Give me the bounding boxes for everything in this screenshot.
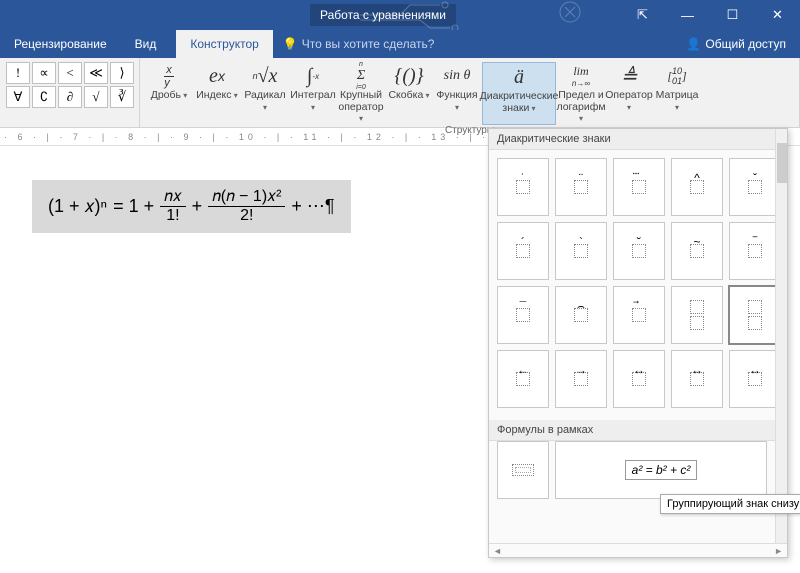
operator-button[interactable]: ≜Оператор: [606, 62, 652, 125]
tell-me-search[interactable]: 💡 Что вы хотите сделать?: [273, 30, 435, 58]
ribbon-group-structures: xyДробь exИндекс n√xРадикал ∫-xИнтеграл …: [140, 58, 800, 127]
largeop-label: Крупный оператор: [338, 90, 384, 125]
tab-review[interactable]: Рецензирование: [0, 30, 121, 58]
accent-cell[interactable]: ¨: [555, 158, 607, 216]
ribbon: !∝<≪⟩ ∀∁∂√∛ xyДробь exИндекс n√xРадикал ∫…: [0, 58, 800, 128]
function-button[interactable]: sin θФункция: [434, 62, 480, 125]
boxed-formula-content: a² = b² + c²: [625, 460, 698, 480]
ribbon-options-icon[interactable]: ⇱: [620, 0, 665, 30]
eq-fraction-2: 𝑛(𝑛 − 1)𝑥² 2!: [208, 188, 285, 225]
gallery-hscroll[interactable]: ◄►: [489, 543, 787, 557]
script-button[interactable]: exИндекс: [194, 62, 240, 125]
accent-cell[interactable]: ~: [671, 222, 723, 280]
eq-tail: + ⋯¶: [291, 196, 334, 217]
integral-label: Интеграл: [290, 90, 336, 113]
accent-cell[interactable]: ↔: [671, 350, 723, 408]
accent-cell[interactable]: ˙: [497, 158, 549, 216]
accent-cell[interactable]: ‾: [729, 222, 775, 280]
eq-f2-den: 2!: [236, 207, 257, 225]
accent-cell[interactable]: ⌢: [555, 286, 607, 344]
radical-button[interactable]: n√xРадикал: [242, 62, 288, 125]
script-label: Индекс: [196, 90, 238, 102]
boxed-formula-large[interactable]: a² = b² + c²: [555, 441, 767, 499]
accent-label: Диакритические знаки: [480, 91, 559, 114]
contextual-tab-title: Работа с уравнениями: [310, 4, 456, 26]
bracket-button[interactable]: {()}Скобка: [386, 62, 432, 125]
maximize-button[interactable]: ☐: [710, 0, 755, 30]
operator-label: Оператор: [605, 90, 653, 113]
symbol-cell[interactable]: ≪: [84, 62, 108, 84]
eq-plus: +: [192, 196, 203, 217]
accent-cell[interactable]: ˇ: [729, 158, 775, 216]
eq-lhs: (1 + 𝑥)ⁿ: [48, 196, 107, 217]
ribbon-tabs: Рецензирование Вид Конструктор 💡 Что вы …: [0, 30, 800, 58]
share-label: Общий доступ: [705, 37, 786, 51]
eq-f2-num: 𝑛(𝑛 − 1)𝑥²: [208, 188, 285, 207]
boxed-formula-small[interactable]: [497, 441, 549, 499]
symbol-cell[interactable]: √: [84, 86, 108, 108]
matrix-label: Матрица: [654, 90, 700, 113]
minimize-button[interactable]: —: [665, 0, 710, 30]
symbol-cell[interactable]: ∝: [32, 62, 56, 84]
accent-cell[interactable]: ˘: [613, 222, 665, 280]
gallery-tooltip: Группирующий знак снизу: [660, 494, 800, 514]
radical-label: Радикал: [242, 90, 288, 113]
accent-cell[interactable]: ´: [497, 222, 549, 280]
accent-button[interactable]: äДиакритические знаки: [482, 62, 556, 125]
gallery-header-accents: Диакритические знаки: [489, 129, 787, 150]
limit-label: Предел и логарифм: [556, 90, 605, 125]
symbol-cell[interactable]: ⟩: [110, 62, 134, 84]
accent-cell[interactable]: ↔: [729, 350, 775, 408]
accent-cell[interactable]: ⃗: [613, 286, 665, 344]
fraction-button[interactable]: xyДробь: [146, 62, 192, 125]
fraction-label: Дробь: [151, 90, 188, 102]
share-icon: 👤: [686, 37, 701, 51]
tell-me-icon: 💡: [283, 37, 298, 51]
integral-button[interactable]: ∫-xИнтеграл: [290, 62, 336, 125]
accent-cell[interactable]: ←: [497, 350, 549, 408]
bracket-label: Скобка: [388, 90, 429, 102]
close-button[interactable]: ✕: [755, 0, 800, 30]
title-bar: Работа с уравнениями ⇱ — ☐ ✕: [0, 0, 800, 30]
limit-button[interactable]: limn→∞Предел и логарифм: [558, 62, 604, 125]
share-button[interactable]: 👤 Общий доступ: [672, 30, 800, 58]
accent-cell[interactable]: `: [555, 222, 607, 280]
accent-cell[interactable]: ^: [671, 158, 723, 216]
eq-f1-den: 1!: [162, 207, 183, 225]
accent-cell[interactable]: →: [555, 350, 607, 408]
eq-fraction-1: 𝑛𝑥 1!: [160, 188, 186, 225]
symbol-cell[interactable]: ∁: [32, 86, 56, 108]
accent-cell[interactable]: [729, 286, 775, 344]
matrix-button[interactable]: [1001]Матрица: [654, 62, 700, 125]
gallery-header-boxed: Формулы в рамках: [489, 420, 775, 441]
function-label: Функция: [434, 90, 480, 113]
eq-f1-num: 𝑛𝑥: [160, 188, 186, 207]
symbol-cell[interactable]: ∂: [58, 86, 82, 108]
tell-me-placeholder: Что вы хотите сделать?: [302, 37, 435, 51]
tab-view[interactable]: Вид: [121, 30, 171, 58]
tab-design[interactable]: Конструктор: [176, 30, 272, 58]
accent-grid: ˙¨⃛^ˇ´`˘~‾¯⌢⃗←→↔↔↔: [489, 150, 775, 416]
eq-equals: = 1 +: [113, 196, 154, 217]
accent-cell[interactable]: [671, 286, 723, 344]
symbol-cell[interactable]: !: [6, 62, 30, 84]
symbol-cell[interactable]: ∀: [6, 86, 30, 108]
ribbon-group-symbols: !∝<≪⟩ ∀∁∂√∛: [0, 58, 140, 127]
gallery-vscroll[interactable]: [775, 129, 787, 543]
equation-object[interactable]: (1 + 𝑥)ⁿ = 1 + 𝑛𝑥 1! + 𝑛(𝑛 − 1)𝑥² 2! + ⋯…: [32, 180, 351, 233]
symbol-cell[interactable]: <: [58, 62, 82, 84]
symbol-cell[interactable]: ∛: [110, 86, 134, 108]
accent-cell[interactable]: ↔: [613, 350, 665, 408]
accent-cell[interactable]: ¯: [497, 286, 549, 344]
large-operator-button[interactable]: nΣi=0Крупный оператор: [338, 62, 384, 125]
accent-cell[interactable]: ⃛: [613, 158, 665, 216]
